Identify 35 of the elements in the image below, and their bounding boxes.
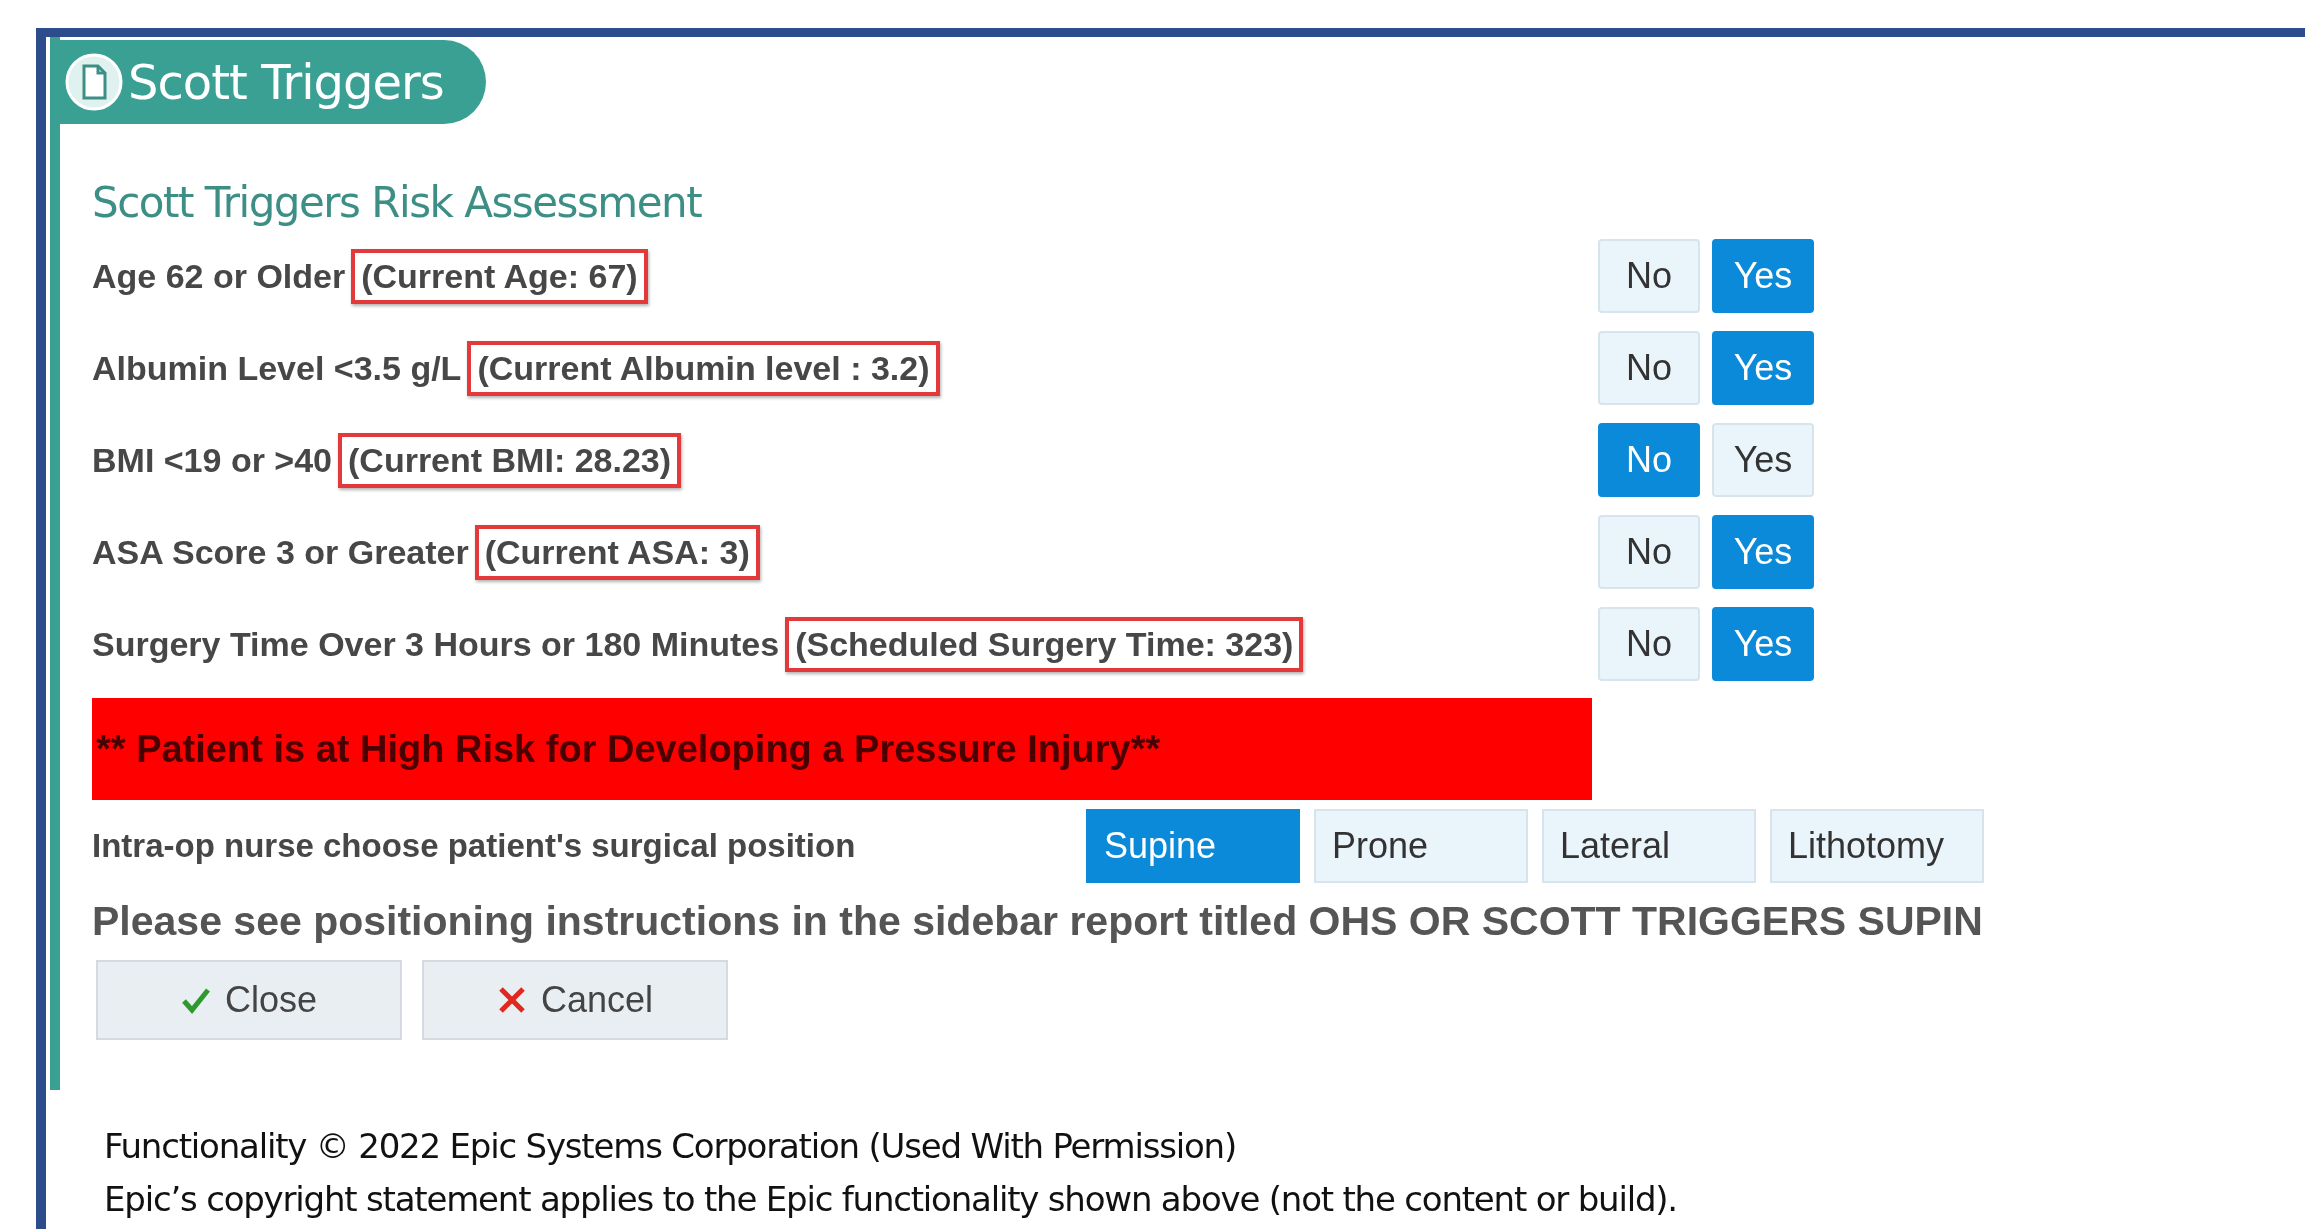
toggle-option[interactable]: No — [1598, 423, 1700, 497]
toggle-option[interactable]: Yes — [1712, 607, 1814, 681]
document-icon — [64, 52, 124, 112]
risk-alert-banner: ** Patient is at High Risk for Developing a Pressure Injury** — [92, 698, 1592, 800]
position-label: Intra-op nurse choose patient's surgical position — [92, 827, 857, 865]
criterion-label: Age 62 or Older — [92, 256, 346, 296]
position-option[interactable]: Prone — [1314, 809, 1528, 883]
instruction-text: Please see positioning instructions in the sidebar report titled OHS OR SCOTT TRIGGERS SUPIN — [92, 898, 1984, 946]
current-value-note: (Current ASA: 3) — [474, 524, 760, 580]
position-option[interactable]: Lateral — [1542, 809, 1756, 883]
cancel-button[interactable]: Cancel — [422, 960, 728, 1040]
criterion-label: ASA Score 3 or Greater — [92, 532, 469, 572]
copyright-text: Epic’s copyright statement applies to the Epic functionality shown above (not the content or build). — [104, 1178, 1678, 1221]
toggle-option[interactable]: No — [1598, 331, 1700, 405]
criterion-label: Albumin Level <3.5 g/L — [92, 348, 462, 388]
toggle-option[interactable]: No — [1598, 607, 1700, 681]
section-heading: Scott Triggers Risk Assessment — [92, 178, 703, 229]
copyright-text: Functionality © 2022 Epic Systems Corporation (Used With Permission) — [104, 1125, 1237, 1168]
toggle-option[interactable]: No — [1598, 515, 1700, 589]
toggle-option[interactable]: Yes — [1712, 515, 1814, 589]
toggle-option[interactable]: Yes — [1712, 239, 1814, 313]
close-button[interactable]: Close — [96, 960, 402, 1040]
close-icon — [496, 985, 527, 1015]
current-value-note: (Current Age: 67) — [351, 248, 648, 304]
toggle-option[interactable]: Yes — [1712, 331, 1814, 405]
current-value-note: (Scheduled Surgery Time: 323) — [785, 616, 1304, 672]
current-value-note: (Current BMI: 28.23) — [338, 432, 682, 488]
panel-title: Scott Triggers — [128, 54, 444, 110]
current-value-note: (Current Albumin level : 3.2) — [467, 340, 940, 396]
criterion-label: BMI <19 or >40 — [92, 440, 332, 480]
position-option[interactable]: Supine — [1086, 809, 1300, 883]
toggle-option[interactable]: Yes — [1712, 423, 1814, 497]
toggle-option[interactable]: No — [1598, 239, 1700, 313]
criterion-label: Surgery Time Over 3 Hours or 180 Minutes — [92, 624, 780, 664]
position-option[interactable]: Lithotomy — [1770, 809, 1984, 883]
